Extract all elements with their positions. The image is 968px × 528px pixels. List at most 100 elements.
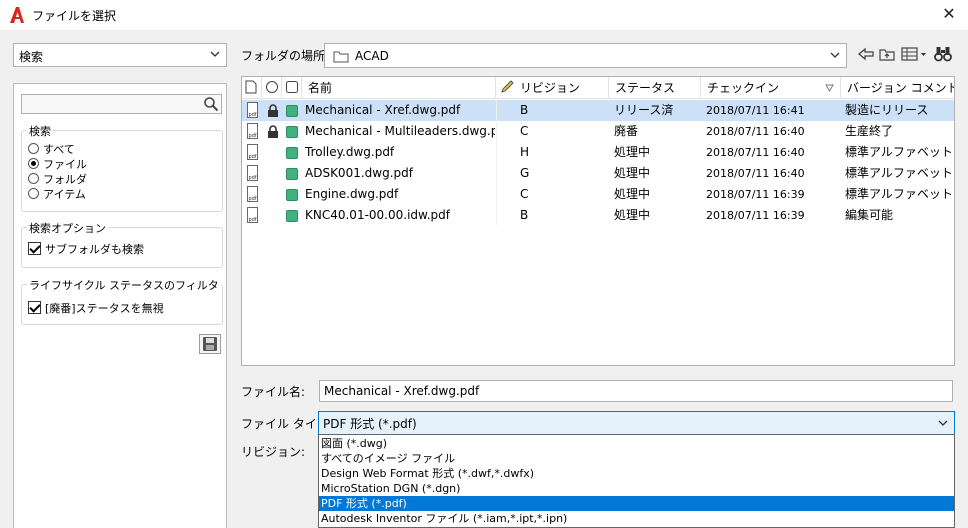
pdf-file-icon: pdf [247,123,258,139]
cell-status: 処理中 [614,166,651,180]
radio-button[interactable] [28,158,39,169]
lock-icon [268,125,278,138]
folder-location-value: ACAD [355,49,389,63]
search-panel: 検索 すべて ファイル フォルダ アイテム 検索オプション サブフォルダも検索 … [13,83,227,528]
filetype-option[interactable]: Autodesk Inventor ファイル (*.iam,*.ipt,*.ip… [319,511,954,526]
back-icon[interactable] [857,44,875,64]
file-list[interactable]: 名前 リビジョン ステータス チェックイン バージョン コメント pdf Mech… [241,76,955,366]
folder-location-select[interactable]: ACAD [324,43,847,68]
filetype-option[interactable]: MicroStation DGN (*.dgn) [319,481,954,496]
cell-name: Mechanical - Xref.dwg.pdf [305,103,461,117]
radio-button[interactable] [28,173,39,184]
cell-name: ADSK001.dwg.pdf [305,166,413,180]
column-header-status[interactable]: ステータス [609,77,701,99]
view-menu-icon[interactable] [900,44,928,64]
title-bar: ファイルを選択 ✕ [0,0,968,30]
floppy-disk-icon [203,337,217,351]
pdf-file-icon: pdf [247,186,258,202]
checkbox[interactable] [28,301,41,314]
chevron-down-icon [210,51,220,57]
circle-icon [266,81,278,93]
table-row[interactable]: pdf KNC40.01-00.00.idw.pdf B 処理中 2018/07/11 … [242,205,954,226]
autocad-logo-icon [10,7,24,23]
cell-status: リリース済 [614,103,674,117]
cell-revision: C [520,124,529,138]
status-column-header[interactable] [282,77,302,99]
status-indicator-icon [286,168,298,180]
status-indicator-icon [286,210,298,222]
radio-all[interactable]: すべて [28,143,75,158]
pdf-file-icon: pdf [247,102,258,118]
cell-checkin: 2018/07/11 16:39 [706,188,805,201]
cell-checkin: 2018/07/11 16:39 [706,209,805,222]
radio-button[interactable] [28,188,39,199]
filename-label: ファイル名: [241,385,306,399]
cell-version-comment: 編集可能 [845,208,894,222]
cell-status: 廃番 [614,124,639,138]
cell-status: 処理中 [614,145,651,159]
filetype-option[interactable]: PDF 形式 (*.pdf) [319,496,954,511]
pdf-file-icon: pdf [247,207,258,223]
document-icon [245,80,257,94]
column-header-revision[interactable]: リビジョン [496,77,609,99]
filetype-option[interactable]: すべてのイメージ ファイル [319,451,954,466]
checkbox[interactable] [28,242,41,255]
sort-arrow-icon [825,84,834,92]
filetype-value: PDF 形式 (*.pdf) [323,417,417,431]
folder-icon [333,51,349,63]
search-scope-group: 検索 すべて ファイル フォルダ アイテム [21,123,223,212]
column-header-name[interactable]: 名前 [302,77,496,99]
table-row[interactable]: pdf Mechanical - Xref.dwg.pdf B リリース済 2018/0… [242,100,954,121]
table-row[interactable]: pdf Engine.dwg.pdf C 処理中 2018/07/11 16:39 標準ア… [242,184,954,205]
search-mode-select[interactable]: 検索 [13,43,227,67]
subfolder-checkbox[interactable]: サブフォルダも検索 [28,242,144,257]
filetype-dropdown-list[interactable]: 図面 (*.dwg) すべてのイメージ ファイル Design Web Format… [318,434,955,528]
status-indicator-icon [286,105,298,117]
pdf-file-icon: pdf [247,144,258,160]
cell-version-comment: 標準アルファベット フ... [845,166,954,180]
filename-input[interactable]: Mechanical - Xref.dwg.pdf [319,380,953,402]
radio-button[interactable] [28,143,39,154]
search-icon[interactable] [203,96,219,112]
table-row[interactable]: pdf Mechanical - Multileaders.dwg.pdf C 廃番 2… [242,121,954,142]
cell-revision: B [520,208,529,222]
chevron-down-icon [938,420,948,426]
revision-label: リビジョン: [241,445,306,459]
radio-file[interactable]: ファイル [28,158,87,173]
square-icon [286,81,298,93]
cell-version-comment: 製造にリリース [845,103,929,117]
radio-folder[interactable]: フォルダ [28,173,87,188]
table-header: 名前 リビジョン ステータス チェックイン バージョン コメント [242,77,954,99]
status-indicator-icon [286,126,298,138]
cell-version-comment: 標準アルファベット フ... [845,187,954,201]
cell-status: 処理中 [614,187,651,201]
cell-name: KNC40.01-00.00.idw.pdf [305,208,451,222]
cell-checkin: 2018/07/11 16:40 [706,167,805,180]
search-options-group: 検索オプション サブフォルダも検索 [21,220,223,268]
table-row[interactable]: pdf Trolley.dwg.pdf H 処理中 2018/07/11 16:40 標準… [242,142,954,163]
cell-revision: B [520,103,529,117]
file-type-column-header[interactable] [242,77,262,99]
pencil-icon [501,80,514,93]
filetype-select[interactable]: PDF 形式 (*.pdf) [318,411,955,435]
cell-status: 処理中 [614,208,651,222]
cell-name: Mechanical - Multileaders.dwg.pdf [305,124,495,138]
close-button[interactable]: ✕ [936,3,962,27]
status-indicator-icon [286,189,298,201]
filetype-option[interactable]: Design Web Format 形式 (*.dwf,*.dwfx) [319,466,954,481]
ignore-obsolete-checkbox[interactable]: [廃番]ステータスを無視 [28,301,164,316]
save-search-button[interactable] [199,334,221,354]
table-row[interactable]: pdf ADSK001.dwg.pdf G 処理中 2018/07/11 16:40 標準… [242,163,954,184]
radio-item[interactable]: アイテム [28,188,86,203]
up-folder-icon[interactable] [878,44,896,64]
lock-column-header[interactable] [262,77,282,99]
search-input[interactable] [21,94,222,114]
search-mode-value: 検索 [19,50,44,64]
cell-version-comment: 生産終了 [845,124,894,138]
column-header-checkin[interactable]: チェックイン [701,77,841,99]
status-indicator-icon [286,147,298,159]
filetype-option[interactable]: 図面 (*.dwg) [319,436,954,451]
cell-revision: G [520,166,530,180]
column-header-version-comment[interactable]: バージョン コメント [841,77,954,99]
binoculars-icon[interactable] [933,44,953,64]
